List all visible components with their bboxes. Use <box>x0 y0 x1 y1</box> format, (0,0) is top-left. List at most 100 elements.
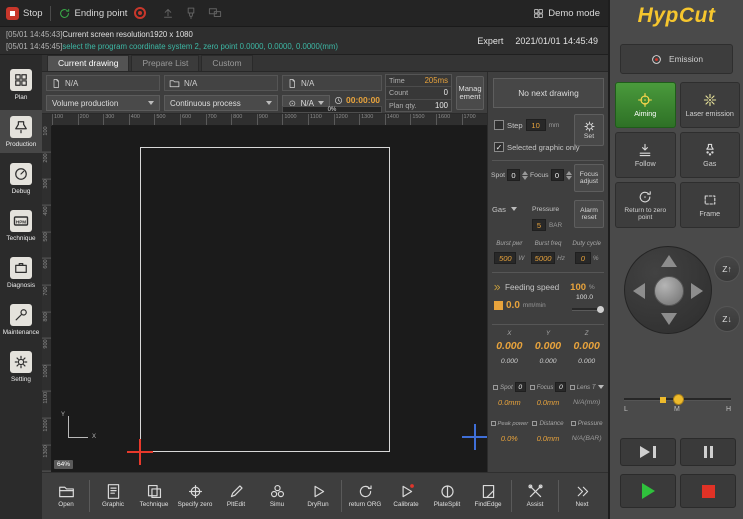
coord-z-value: 0.000 <box>574 340 600 352</box>
return-org-button[interactable]: return ORG <box>345 475 385 518</box>
tab-custom[interactable]: Custom <box>201 55 252 71</box>
frame-button[interactable]: Frame <box>680 182 741 228</box>
ending-point-label: Ending point <box>75 8 128 19</box>
technique-button[interactable]: Technique <box>134 475 174 518</box>
alarm-reset-button[interactable]: Alarm reset <box>574 200 604 228</box>
maintenance-icon <box>10 304 32 326</box>
gas-row: Gas Pressure <box>492 202 559 216</box>
session-info: Expert 2021/01/01 14:45:49 <box>477 35 598 47</box>
dry-run-button[interactable]: DryRun <box>298 475 338 518</box>
toolbar-button-label: Next <box>563 502 601 509</box>
return-zero-button[interactable]: Return to zero point <box>615 182 676 228</box>
focus-value-field[interactable]: 0 <box>551 169 564 181</box>
task-file-cell[interactable]: N/A <box>164 75 278 91</box>
open-button[interactable]: Open <box>46 475 86 518</box>
pressure-value-field[interactable]: 5 <box>532 219 546 231</box>
graphic-button[interactable]: Graphic <box>93 475 133 518</box>
jog-right-arrow[interactable] <box>691 283 703 299</box>
pen-icon <box>228 483 245 500</box>
z-down-button[interactable]: Z↓ <box>714 306 740 332</box>
coord-values-secondary: 0.000 0.000 0.000 <box>490 358 606 365</box>
slider-track[interactable] <box>624 398 731 401</box>
sidebar-item-technique[interactable]: HPM Technique <box>0 204 42 247</box>
tab-current-drawing[interactable]: Current drawing <box>47 55 129 71</box>
sidebar-item-plan[interactable]: Plan <box>0 63 42 106</box>
z-up-button[interactable]: Z↑ <box>714 256 740 282</box>
spot-value-field[interactable]: 0 <box>507 169 520 181</box>
follow-button[interactable]: Follow <box>615 132 676 178</box>
emission-button[interactable]: Emission <box>620 44 733 74</box>
monitors-icon <box>207 6 223 20</box>
folder-icon <box>169 78 180 89</box>
burst-pwr-unit: W <box>518 255 524 262</box>
pause-button[interactable] <box>680 438 736 466</box>
log-message: Current screen resolution1920 x 1080 <box>62 30 192 39</box>
slider-thumb[interactable] <box>597 306 604 313</box>
focus-adjust-button[interactable]: Focus adjust <box>574 164 604 192</box>
calibrate-button[interactable]: Calibrate <box>386 475 426 518</box>
chevron-down-icon[interactable] <box>598 385 604 389</box>
spot-spinner[interactable] <box>522 171 528 180</box>
ending-point-button[interactable]: Ending point <box>58 7 128 20</box>
chevron-down-icon[interactable] <box>511 207 517 211</box>
stop-button[interactable]: Stop <box>6 7 43 20</box>
elapsed-time-value: 00:00:00 <box>346 95 380 105</box>
follow-label: Follow <box>635 160 656 168</box>
plate-split-button[interactable]: PlateSplit <box>427 475 467 518</box>
record-icon[interactable] <box>134 7 146 19</box>
start-button[interactable] <box>620 474 676 508</box>
burst-values: 500W 5000Hz 0% <box>490 252 606 264</box>
process-mode-dropdown[interactable]: Continuous process <box>164 95 278 111</box>
toolbar-button-label: Technique <box>135 502 173 509</box>
stop-machine-button[interactable] <box>680 474 736 508</box>
progress-value: 0% <box>328 107 337 113</box>
drawing-outline <box>140 147 390 452</box>
step-value-field[interactable]: 10 <box>526 119 546 131</box>
production-mode-dropdown[interactable]: Volume production <box>46 95 160 111</box>
focus2-field[interactable]: 0 <box>555 382 566 392</box>
management-button[interactable]: Manag ement <box>456 76 484 110</box>
sidebar-item-setting[interactable]: Setting <box>0 345 42 388</box>
current-file-cell[interactable]: N/A <box>46 75 160 91</box>
plt-edit-button[interactable]: PltEdit <box>216 475 256 518</box>
svg-text:HPM: HPM <box>16 219 26 224</box>
nest-file-cell[interactable]: N/A <box>282 75 382 91</box>
sidebar-item-maintenance[interactable]: Maintenance <box>0 298 42 341</box>
specify-zero-button[interactable]: Specify zero <box>175 475 215 518</box>
upload-icon <box>161 6 175 20</box>
jog-down-arrow[interactable] <box>661 313 677 325</box>
spot2-field[interactable]: 0 <box>515 382 526 392</box>
aiming-label: Aiming <box>634 110 656 118</box>
jog-left-arrow[interactable] <box>633 283 645 299</box>
coord-values: 0.000 0.000 0.000 <box>490 340 606 352</box>
sidebar-item-debug[interactable]: Debug <box>0 157 42 200</box>
next-button[interactable]: Next <box>562 475 602 518</box>
sidebar-item-diagnosis[interactable]: Diagnosis <box>0 251 42 294</box>
pause-icon <box>704 446 707 458</box>
burst-pwr-field[interactable]: 500 <box>494 252 516 264</box>
sidebar-item-production[interactable]: Production <box>0 110 42 153</box>
feeding-speed-slider[interactable] <box>572 308 602 311</box>
distance-icon <box>532 421 537 426</box>
find-edge-button[interactable]: FindEdge <box>468 475 508 518</box>
bur st-freq-field[interactable]: 5000 <box>531 252 555 264</box>
jog-center-knob[interactable] <box>654 276 684 306</box>
gas-button[interactable]: Gas <box>680 132 741 178</box>
pressure-row: 5 BAR <box>532 218 562 232</box>
step-checkbox[interactable] <box>494 120 504 130</box>
selected-graphic-checkbox[interactable] <box>494 142 504 152</box>
jog-up-arrow[interactable] <box>661 255 677 267</box>
aiming-button[interactable]: Aiming <box>615 82 676 128</box>
duty-cycle-field[interactable]: 0 <box>575 252 591 264</box>
simu-button[interactable]: Simu <box>257 475 297 518</box>
tab-prepare-list[interactable]: Prepare List <box>131 55 199 71</box>
drawing-canvas[interactable]: Y X 64% <box>52 126 487 472</box>
laser-emission-button[interactable]: Laser emission <box>680 82 741 128</box>
resume-button[interactable] <box>620 438 676 466</box>
slider-thumb[interactable] <box>673 394 684 405</box>
selected-graphic-row: Selected graphic only <box>494 140 580 154</box>
focus-spinner[interactable] <box>566 171 572 180</box>
jog-wheel[interactable] <box>624 246 712 334</box>
stat-row: Time205ms <box>386 75 451 87</box>
assist-button[interactable]: Assist <box>515 475 555 518</box>
